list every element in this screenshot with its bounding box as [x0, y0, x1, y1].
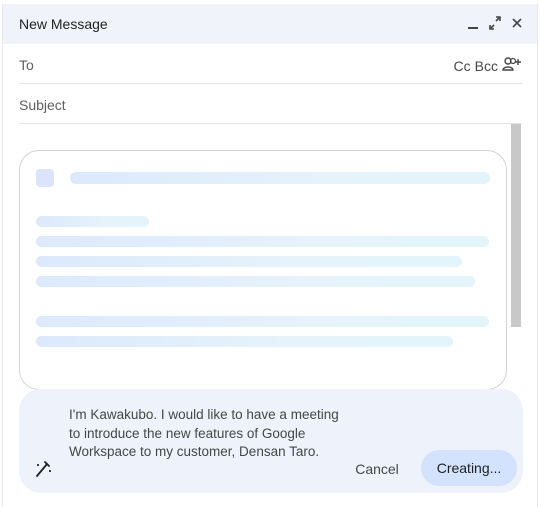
cc-link[interactable]: Cc [454, 58, 471, 74]
prompt-text[interactable]: I'm Kawakubo. I would like to have a mee… [69, 406, 339, 462]
magic-wand-icon [33, 457, 55, 479]
compose-title: New Message [19, 16, 108, 32]
skeleton-line [36, 336, 453, 347]
bcc-link[interactable]: Bcc [475, 58, 498, 74]
subject-placeholder: Subject [19, 97, 66, 113]
generating-skeleton [19, 150, 507, 390]
skeleton-avatar [36, 169, 54, 187]
skeleton-line [36, 276, 475, 287]
to-field[interactable]: To Cc Bcc [19, 44, 522, 84]
skeleton-line [36, 256, 462, 267]
subject-field[interactable]: Subject [19, 84, 522, 124]
compose-header: New Message [3, 4, 537, 44]
skeleton-line [36, 316, 489, 327]
cc-bcc-controls: Cc Bcc [454, 56, 522, 75]
add-people-icon[interactable] [502, 56, 522, 75]
minimize-icon[interactable] [465, 14, 481, 32]
close-icon[interactable] [509, 14, 525, 32]
cancel-button[interactable]: Cancel [347, 456, 407, 482]
help-me-write-panel: I'm Kawakubo. I would like to have a mee… [19, 389, 523, 493]
body-scrollbar[interactable] [511, 124, 521, 327]
to-label: To [19, 57, 34, 73]
expand-icon[interactable] [487, 14, 503, 32]
skeleton-line [36, 236, 489, 247]
skeleton-line [36, 216, 149, 227]
creating-button[interactable]: Creating... [421, 450, 517, 486]
compose-window: New Message To Cc Bcc Subject I'm Kawaku… [2, 4, 538, 507]
skeleton-line [70, 172, 490, 184]
window-controls [465, 14, 525, 32]
